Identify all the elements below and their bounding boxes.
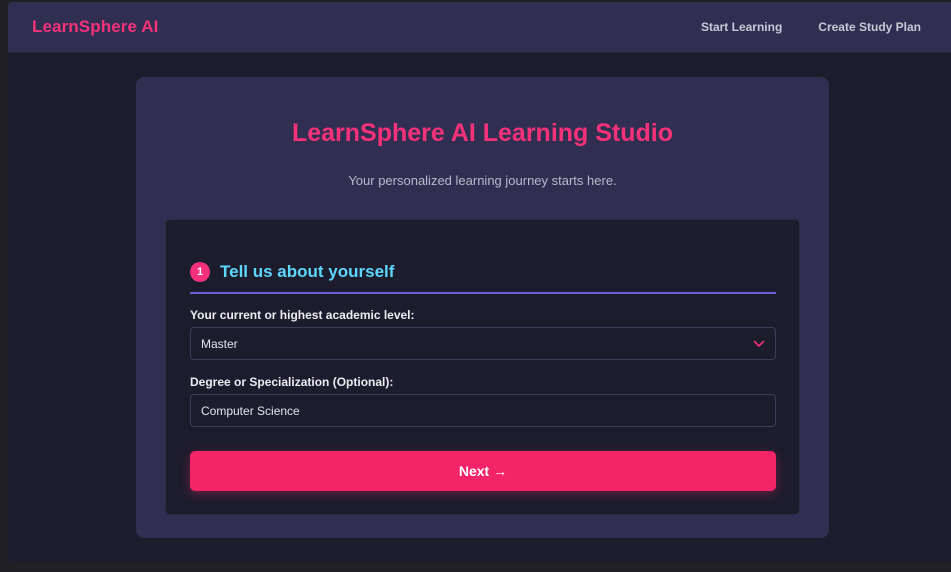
studio-card: LearnSphere AI Learning Studio Your pers… [136, 77, 829, 538]
step-title: Tell us about yourself [220, 262, 395, 281]
nav-links: Start Learning Create Study Plan [701, 20, 921, 34]
brand-logo[interactable]: LearnSphere AI [32, 17, 158, 37]
nav-link-create-study-plan[interactable]: Create Study Plan [818, 20, 921, 34]
academic-level-selected-value: Master [201, 336, 238, 351]
page-title: LearnSphere AI Learning Studio [291, 119, 674, 147]
chevron-down-icon [753, 338, 765, 350]
navbar: LearnSphere AI Start Learning Create Stu… [8, 2, 951, 53]
nav-link-start-learning[interactable]: Start Learning [701, 20, 782, 34]
degree-input[interactable] [190, 394, 776, 427]
degree-label: Degree or Specialization (Optional): [190, 375, 394, 389]
page-subtitle: Your personalized learning journey start… [348, 173, 617, 188]
app-window: LearnSphere AI Start Learning Create Stu… [8, 2, 951, 562]
academic-level-select[interactable]: Master [190, 327, 776, 360]
academic-level-label: Your current or highest academic level: [190, 308, 415, 322]
step-header: 1 Tell us about yourself [190, 260, 776, 294]
step-number-badge: 1 [190, 262, 210, 282]
next-button[interactable]: Next → [190, 451, 776, 491]
step-form-panel: 1 Tell us about yourself Your current or… [165, 219, 800, 515]
